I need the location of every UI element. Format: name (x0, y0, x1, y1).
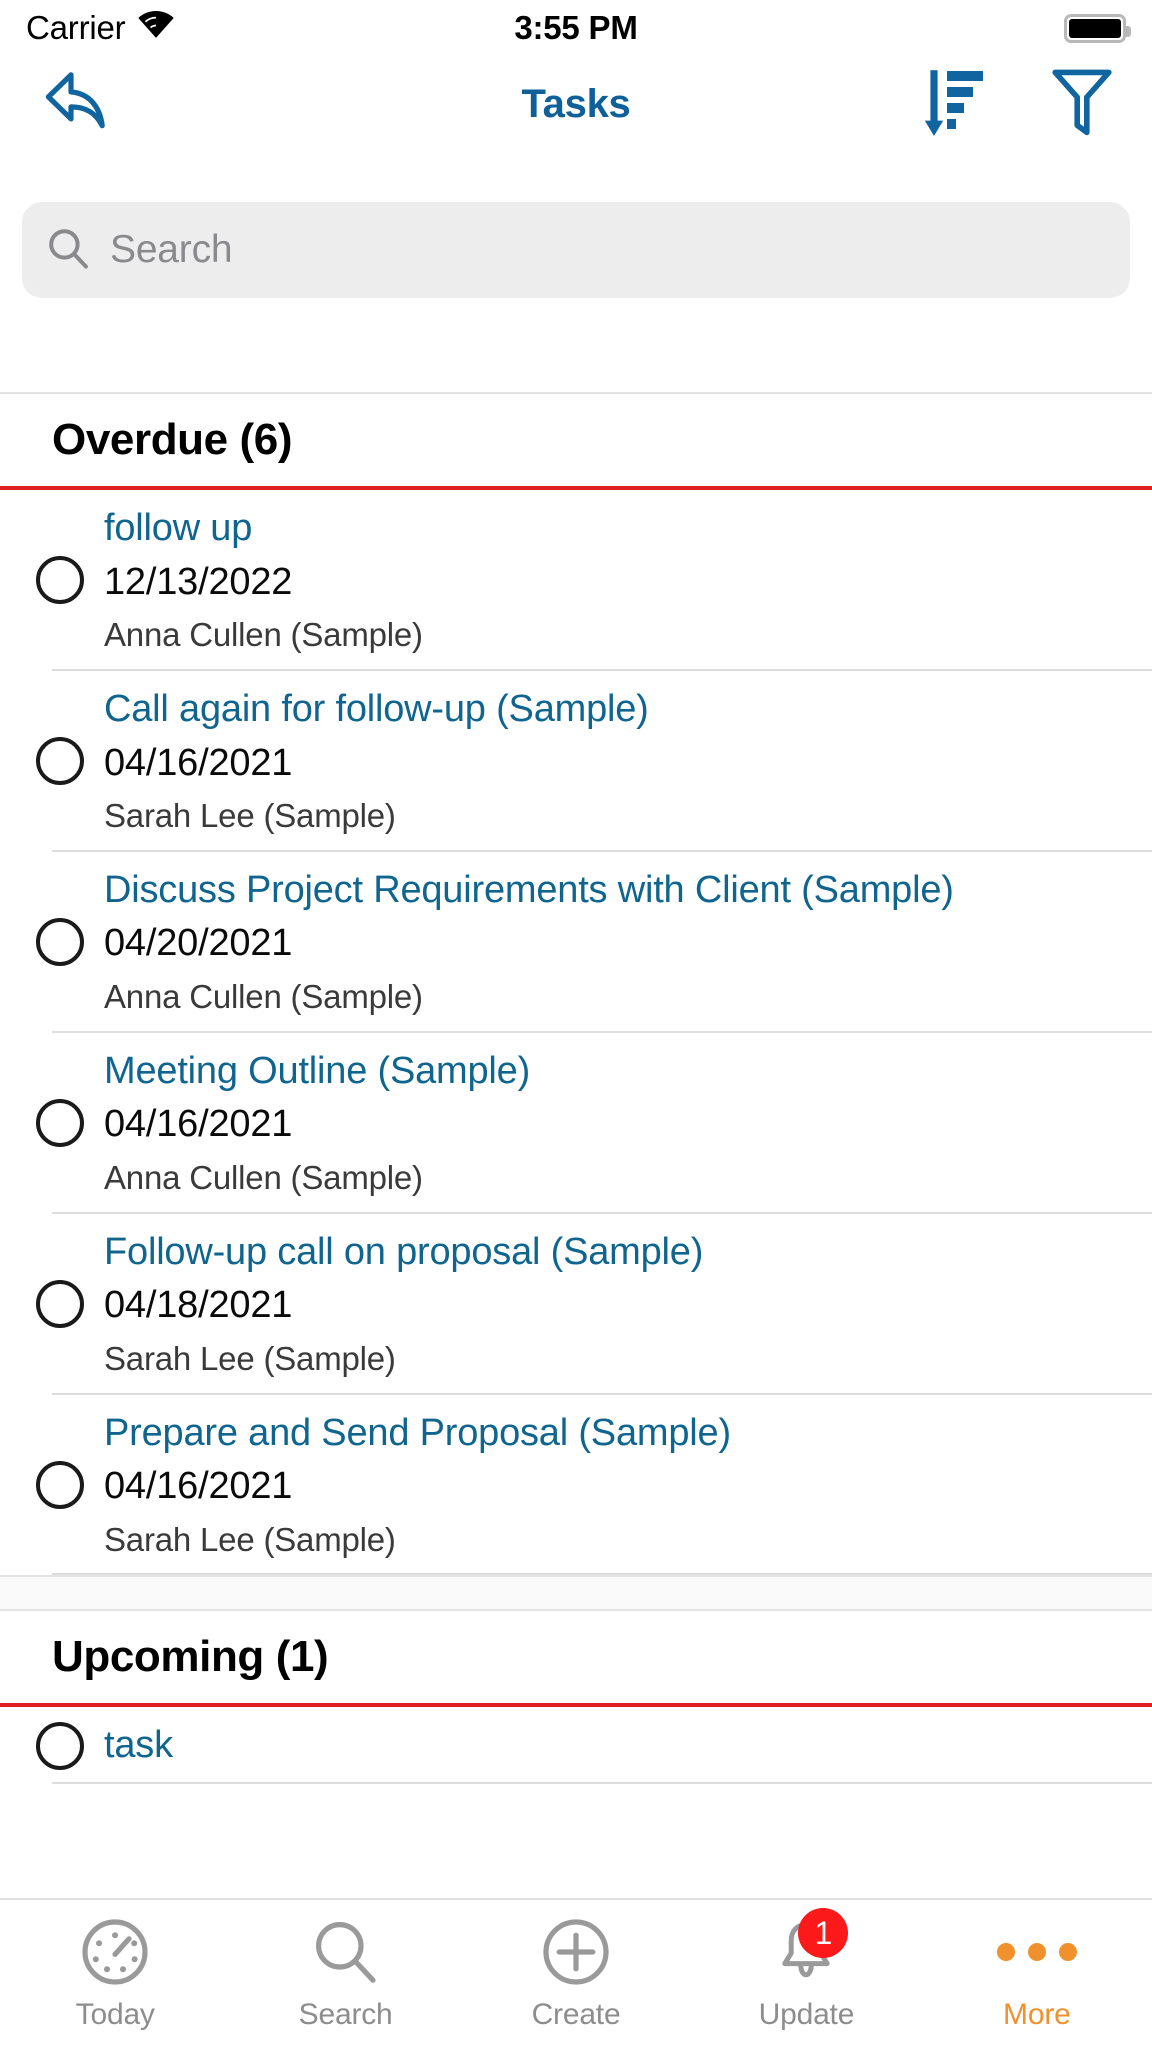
task-body: Meeting Outline (Sample) 04/16/2021 Anna C… (104, 1033, 1152, 1214)
task-body: follow up 12/13/2022 Anna Cullen (Sample) (104, 490, 1152, 671)
tab-label: Search (298, 1998, 393, 2031)
navigation-actions (924, 65, 1114, 144)
task-complete-checkbox[interactable] (36, 1721, 84, 1770)
task-contact: Anna Cullen (Sample) (104, 616, 423, 654)
navigation-bar: Tasks (0, 56, 1152, 152)
task-complete-checkbox[interactable] (36, 737, 84, 786)
search-bar-container: Search (0, 202, 1152, 298)
task-due-date: 04/16/2021 (104, 741, 293, 784)
section-header: Overdue (6) (0, 394, 1152, 486)
task-title[interactable]: Discuss Project Requirements with Client… (104, 866, 1122, 915)
search-input[interactable]: Search (22, 202, 1130, 298)
search-placeholder: Search (110, 228, 233, 271)
task-checkbox-cell (36, 737, 104, 786)
task-body: Prepare and Send Proposal (Sample) 04/16/… (104, 1395, 1152, 1576)
task-body: Call again for follow-up (Sample) 04/16/2… (104, 671, 1152, 852)
search-icon (46, 226, 90, 275)
bell-icon: 1 (770, 1908, 849, 1988)
task-complete-checkbox[interactable] (36, 918, 84, 967)
task-checkbox-cell (36, 1280, 104, 1329)
task-checkbox-cell (36, 1721, 104, 1770)
speedometer-icon (79, 1916, 151, 1988)
sort-button[interactable] (924, 65, 984, 144)
task-complete-checkbox[interactable] (36, 556, 84, 605)
task-row[interactable]: Discuss Project Requirements with Client… (0, 851, 1152, 1033)
task-checkbox-cell (36, 1099, 104, 1148)
tab-label: Today (75, 1998, 155, 2031)
ellipsis-icon (996, 1916, 1077, 1988)
task-checkbox-cell (36, 918, 104, 967)
task-due-date: 12/13/2022 (104, 560, 293, 603)
task-due-date: 04/16/2021 (104, 1465, 293, 1508)
clock-label: 3:55 PM (514, 9, 638, 46)
tab-label: More (1003, 1998, 1071, 2031)
tab-label: Create (531, 1998, 621, 2031)
tab-search[interactable]: Search (230, 1916, 460, 2032)
tab-update[interactable]: 1 Update (691, 1908, 921, 2032)
task-body: Discuss Project Requirements with Client… (104, 852, 1152, 1033)
tab-create[interactable]: Create (461, 1916, 691, 2032)
status-bar-right (1064, 13, 1131, 43)
task-body: Follow-up call on proposal (Sample) 04/18… (104, 1214, 1152, 1395)
task-checkbox-cell (36, 1460, 104, 1509)
task-contact: Sarah Lee (Sample) (104, 796, 396, 834)
task-row[interactable]: Prepare and Send Proposal (Sample) 04/16/… (0, 1394, 1152, 1576)
task-separator (52, 1782, 1152, 1785)
filter-button[interactable] (1050, 66, 1114, 143)
task-title[interactable]: follow up (104, 504, 1122, 553)
bottom-tab-bar: Today Search Create 1 Update More (0, 1898, 1152, 2048)
task-body: task (104, 1707, 1152, 1784)
status-bar: Carrier 3:55 PM (0, 0, 1152, 56)
ellipsis-dots (996, 1943, 1077, 1961)
section-gap (0, 1575, 1152, 1612)
task-complete-checkbox[interactable] (36, 1099, 84, 1148)
task-due-date: 04/16/2021 (104, 1103, 293, 1146)
section-title: Upcoming (1) (52, 1632, 329, 1682)
task-row[interactable]: task (0, 1707, 1152, 1785)
tab-more[interactable]: More (922, 1916, 1152, 2032)
task-complete-checkbox[interactable] (36, 1460, 84, 1509)
tab-today[interactable]: Today (0, 1916, 230, 2032)
task-row[interactable]: Call again for follow-up (Sample) 04/16/2… (0, 670, 1152, 852)
task-title[interactable]: task (104, 1721, 1122, 1770)
sort-descending-icon (924, 69, 983, 136)
task-row[interactable]: Meeting Outline (Sample) 04/16/2021 Anna C… (0, 1032, 1152, 1214)
task-title[interactable]: Call again for follow-up (Sample) (104, 685, 1122, 734)
section-title: Overdue (6) (52, 415, 293, 464)
task-contact: Sarah Lee (Sample) (104, 1339, 396, 1377)
task-separator (52, 1573, 1152, 1576)
task-list[interactable]: Overdue (6) follow up 12/13/2022 Anna Culle… (0, 394, 1152, 1950)
task-contact: Sarah Lee (Sample) (104, 1520, 396, 1558)
search-icon (310, 1916, 382, 1988)
tab-label: Update (758, 1998, 855, 2031)
task-contact: Anna Cullen (Sample) (104, 977, 423, 1015)
battery-full-icon (1064, 13, 1131, 43)
task-contact: Anna Cullen (Sample) (104, 1158, 423, 1196)
task-row[interactable]: Follow-up call on proposal (Sample) 04/18… (0, 1213, 1152, 1395)
task-due-date: 04/18/2021 (104, 1284, 293, 1327)
filter-funnel-icon (1052, 69, 1112, 135)
task-checkbox-cell (36, 556, 104, 605)
task-row[interactable]: follow up 12/13/2022 Anna Cullen (Sample) (0, 490, 1152, 671)
task-title[interactable]: Prepare and Send Proposal (Sample) (104, 1409, 1122, 1458)
task-due-date: 04/20/2021 (104, 922, 293, 965)
task-title[interactable]: Follow-up call on proposal (Sample) (104, 1228, 1122, 1277)
section-header: Upcoming (1) (0, 1611, 1152, 1704)
task-complete-checkbox[interactable] (36, 1280, 84, 1329)
app-screen: Carrier 3:55 PM Tasks Search Overdue (6)… (0, 0, 1152, 2048)
task-title[interactable]: Meeting Outline (Sample) (104, 1047, 1122, 1096)
plus-circle-icon (540, 1916, 612, 1988)
